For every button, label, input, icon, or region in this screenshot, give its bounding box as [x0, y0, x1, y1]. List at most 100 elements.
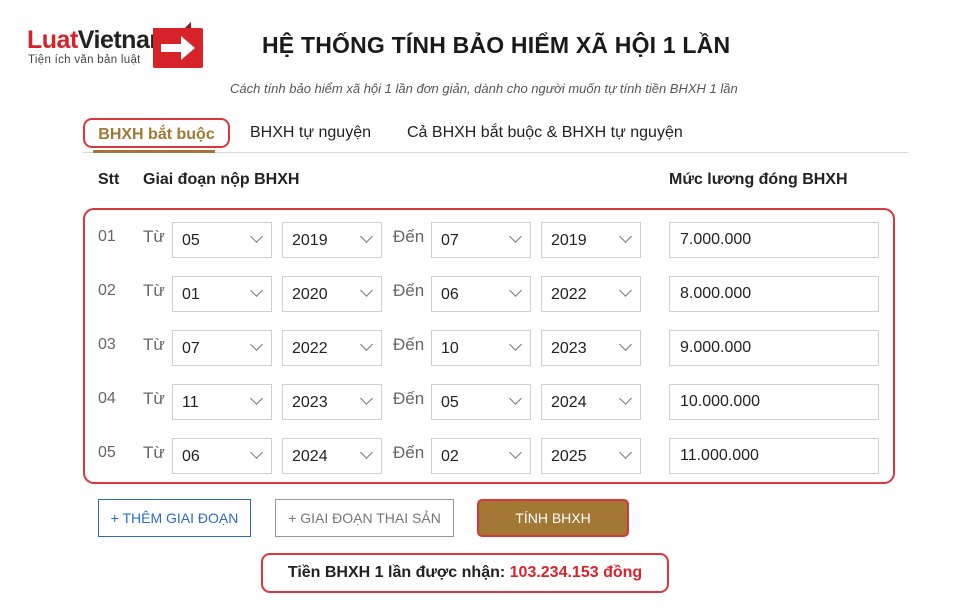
to-label: Đến — [393, 281, 425, 300]
result-label: Tiền BHXH 1 lần được nhận: — [287, 564, 506, 581]
row-number: 03 — [98, 336, 116, 353]
from-label: Từ — [143, 227, 165, 246]
chevron-down-icon — [619, 446, 632, 459]
result-amount: 103.234.153 đồng — [509, 564, 643, 581]
to-year-value: 2025 — [551, 448, 587, 465]
period-row: 05 Từ 06 2024 Đến 02 2025 11.000.000 — [85, 436, 897, 474]
salary-input[interactable]: 9.000.000 — [669, 330, 879, 366]
from-month-value: 11 — [182, 394, 199, 411]
row-number: 04 — [98, 390, 116, 407]
tab-ca-hai[interactable]: Cả BHXH bắt buộc & BHXH tự nguyện — [407, 118, 683, 148]
to-month-select[interactable]: 07 — [431, 222, 531, 258]
salary-input[interactable]: 7.000.000 — [669, 222, 879, 258]
from-month-select[interactable]: 01 — [172, 276, 272, 312]
from-month-value: 07 — [182, 340, 200, 357]
salary-input[interactable]: 10.000.000 — [669, 384, 879, 420]
active-tab-indicator — [93, 150, 215, 153]
from-year-select[interactable]: 2019 — [282, 222, 382, 258]
period-list: 01 Từ 05 2019 Đến 07 2019 7.000.000 02 T… — [83, 208, 895, 484]
period-row: 02 Từ 01 2020 Đến 06 2022 8.000.000 — [85, 274, 897, 312]
to-month-value: 07 — [441, 232, 459, 249]
to-year-value: 2022 — [551, 286, 587, 303]
from-label: Từ — [143, 335, 165, 354]
chevron-down-icon — [509, 392, 522, 405]
chevron-down-icon — [360, 338, 373, 351]
from-year-value: 2022 — [292, 340, 328, 357]
chevron-down-icon — [250, 338, 263, 351]
from-year-select[interactable]: 2022 — [282, 330, 382, 366]
chevron-down-icon — [250, 446, 263, 459]
salary-input[interactable]: 11.000.000 — [669, 438, 879, 474]
add-period-button[interactable]: + THÊM GIAI ĐOẠN — [98, 499, 251, 537]
from-label: Từ — [143, 281, 165, 300]
from-month-select[interactable]: 11 — [172, 384, 272, 420]
to-year-select[interactable]: 2019 — [541, 222, 641, 258]
column-header-stt: Stt — [98, 171, 120, 188]
chevron-down-icon — [360, 392, 373, 405]
from-month-select[interactable]: 07 — [172, 330, 272, 366]
to-year-select[interactable]: 2022 — [541, 276, 641, 312]
from-month-select[interactable]: 05 — [172, 222, 272, 258]
logo-wordmark: LuatVietnam — [27, 26, 172, 54]
to-month-select[interactable]: 02 — [431, 438, 531, 474]
row-number: 05 — [98, 444, 116, 461]
chevron-down-icon — [509, 284, 522, 297]
logo-tagline: Tiện ích văn bản luật — [28, 54, 141, 66]
to-label: Đến — [393, 227, 425, 246]
period-row: 03 Từ 07 2022 Đến 10 2023 9.000.000 — [85, 328, 897, 366]
from-year-select[interactable]: 2020 — [282, 276, 382, 312]
to-label: Đến — [393, 335, 425, 354]
to-year-select[interactable]: 2024 — [541, 384, 641, 420]
calculate-button[interactable]: TÍNH BHXH — [477, 499, 629, 537]
tab-bar: BHXH bắt buộc BHXH tự nguyện Cả BHXH bắt… — [83, 116, 908, 153]
logo-wordmark-red: Luat — [27, 26, 78, 54]
add-maternity-period-button[interactable]: + GIAI ĐOẠN THAI SẢN — [275, 499, 454, 537]
from-year-value: 2024 — [292, 448, 328, 465]
chevron-down-icon — [250, 230, 263, 243]
row-number: 02 — [98, 282, 116, 299]
to-label: Đến — [393, 389, 425, 408]
from-year-value: 2019 — [292, 232, 328, 249]
to-month-select[interactable]: 10 — [431, 330, 531, 366]
to-month-select[interactable]: 05 — [431, 384, 531, 420]
chevron-down-icon — [509, 230, 522, 243]
from-year-value: 2020 — [292, 286, 328, 303]
from-year-select[interactable]: 2024 — [282, 438, 382, 474]
chevron-down-icon — [619, 392, 632, 405]
from-year-value: 2023 — [292, 394, 328, 411]
to-month-value: 06 — [441, 286, 459, 303]
chevron-down-icon — [619, 284, 632, 297]
to-year-select[interactable]: 2023 — [541, 330, 641, 366]
logo[interactable]: LuatVietnam Tiện ích văn bản luật — [27, 22, 205, 70]
period-row: 01 Từ 05 2019 Đến 07 2019 7.000.000 — [85, 220, 897, 258]
column-header-salary: Mức lương đóng BHXH — [669, 171, 848, 188]
from-label: Từ — [143, 443, 165, 462]
from-year-select[interactable]: 2023 — [282, 384, 382, 420]
chevron-down-icon — [250, 284, 263, 297]
chevron-down-icon — [619, 338, 632, 351]
tab-bhxh-tu-nguyen[interactable]: BHXH tự nguyện — [250, 118, 371, 148]
from-month-select[interactable]: 06 — [172, 438, 272, 474]
to-month-value: 10 — [441, 340, 459, 357]
to-year-value: 2023 — [551, 340, 587, 357]
from-label: Từ — [143, 389, 165, 408]
salary-input[interactable]: 8.000.000 — [669, 276, 879, 312]
chevron-down-icon — [509, 338, 522, 351]
to-month-select[interactable]: 06 — [431, 276, 531, 312]
column-header-period: Giai đoạn nộp BHXH — [143, 171, 300, 188]
tab-bhxh-bat-buoc[interactable]: BHXH bắt buộc — [83, 118, 230, 148]
page-title: HỆ THỐNG TÍNH BẢO HIỂM XÃ HỘI 1 LẦN — [262, 32, 731, 58]
to-month-value: 02 — [441, 448, 459, 465]
chevron-down-icon — [360, 230, 373, 243]
to-year-value: 2019 — [551, 232, 587, 249]
to-month-value: 05 — [441, 394, 459, 411]
page-subtitle: Cách tính bảo hiểm xã hội 1 lần đơn giản… — [230, 81, 738, 96]
from-month-value: 05 — [182, 232, 200, 249]
chevron-down-icon — [619, 230, 632, 243]
to-year-select[interactable]: 2025 — [541, 438, 641, 474]
to-year-value: 2024 — [551, 394, 587, 411]
row-number: 01 — [98, 228, 116, 245]
chevron-down-icon — [250, 392, 263, 405]
arrow-logo-icon — [153, 22, 203, 68]
result-box: Tiền BHXH 1 lần được nhận: 103.234.153 đ… — [261, 553, 669, 593]
